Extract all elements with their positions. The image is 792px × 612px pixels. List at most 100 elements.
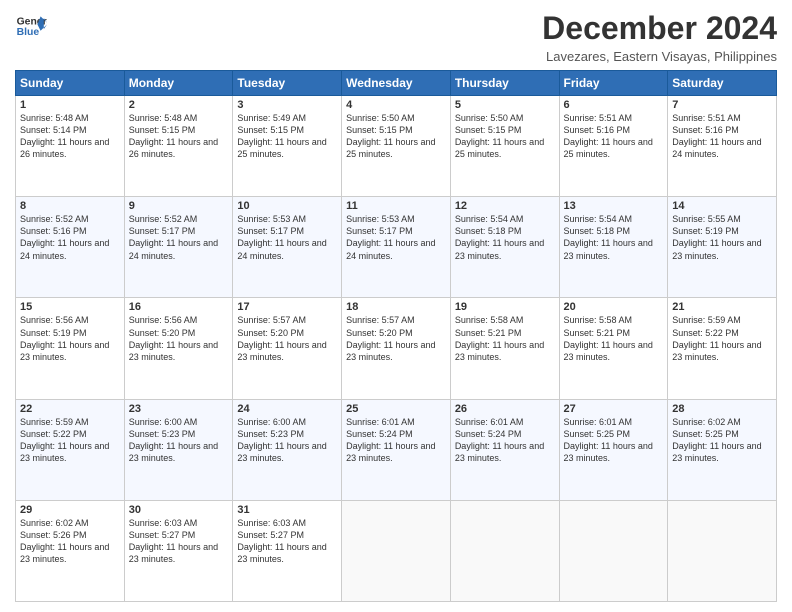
table-row: 30 Sunrise: 6:03 AM Sunset: 5:27 PM Dayl… <box>124 500 233 601</box>
calendar-week-row: 15 Sunrise: 5:56 AM Sunset: 5:19 PM Dayl… <box>16 298 777 399</box>
day-number: 1 <box>20 99 120 111</box>
day-info: Sunrise: 5:50 AM Sunset: 5:15 PM Dayligh… <box>455 112 555 161</box>
day-number: 3 <box>237 99 337 111</box>
day-info: Sunrise: 5:48 AM Sunset: 5:14 PM Dayligh… <box>20 112 120 161</box>
day-number: 18 <box>346 301 446 313</box>
day-info: Sunrise: 5:57 AM Sunset: 5:20 PM Dayligh… <box>346 314 446 363</box>
table-row: 4 Sunrise: 5:50 AM Sunset: 5:15 PM Dayli… <box>342 96 451 197</box>
day-info: Sunrise: 6:01 AM Sunset: 5:24 PM Dayligh… <box>346 416 446 465</box>
day-info: Sunrise: 5:58 AM Sunset: 5:21 PM Dayligh… <box>455 314 555 363</box>
day-info: Sunrise: 6:00 AM Sunset: 5:23 PM Dayligh… <box>237 416 337 465</box>
day-info: Sunrise: 5:54 AM Sunset: 5:18 PM Dayligh… <box>455 213 555 262</box>
day-number: 8 <box>20 200 120 212</box>
col-monday: Monday <box>124 71 233 96</box>
col-sunday: Sunday <box>16 71 125 96</box>
col-friday: Friday <box>559 71 668 96</box>
day-number: 4 <box>346 99 446 111</box>
calendar-header-row: Sunday Monday Tuesday Wednesday Thursday… <box>16 71 777 96</box>
table-row <box>668 500 777 601</box>
day-number: 28 <box>672 403 772 415</box>
day-number: 26 <box>455 403 555 415</box>
day-number: 30 <box>129 504 229 516</box>
table-row: 11 Sunrise: 5:53 AM Sunset: 5:17 PM Dayl… <box>342 197 451 298</box>
logo-icon: General Blue <box>15 10 47 42</box>
day-info: Sunrise: 5:52 AM Sunset: 5:16 PM Dayligh… <box>20 213 120 262</box>
day-info: Sunrise: 6:03 AM Sunset: 5:27 PM Dayligh… <box>129 517 229 566</box>
day-info: Sunrise: 5:57 AM Sunset: 5:20 PM Dayligh… <box>237 314 337 363</box>
table-row: 12 Sunrise: 5:54 AM Sunset: 5:18 PM Dayl… <box>450 197 559 298</box>
day-number: 10 <box>237 200 337 212</box>
day-info: Sunrise: 5:51 AM Sunset: 5:16 PM Dayligh… <box>672 112 772 161</box>
col-thursday: Thursday <box>450 71 559 96</box>
table-row: 24 Sunrise: 6:00 AM Sunset: 5:23 PM Dayl… <box>233 399 342 500</box>
col-tuesday: Tuesday <box>233 71 342 96</box>
table-row: 5 Sunrise: 5:50 AM Sunset: 5:15 PM Dayli… <box>450 96 559 197</box>
day-number: 9 <box>129 200 229 212</box>
day-number: 31 <box>237 504 337 516</box>
day-info: Sunrise: 5:54 AM Sunset: 5:18 PM Dayligh… <box>564 213 664 262</box>
day-number: 22 <box>20 403 120 415</box>
day-number: 11 <box>346 200 446 212</box>
table-row: 15 Sunrise: 5:56 AM Sunset: 5:19 PM Dayl… <box>16 298 125 399</box>
day-info: Sunrise: 5:50 AM Sunset: 5:15 PM Dayligh… <box>346 112 446 161</box>
day-info: Sunrise: 5:58 AM Sunset: 5:21 PM Dayligh… <box>564 314 664 363</box>
month-title: December 2024 <box>542 10 777 47</box>
day-number: 16 <box>129 301 229 313</box>
table-row: 19 Sunrise: 5:58 AM Sunset: 5:21 PM Dayl… <box>450 298 559 399</box>
day-info: Sunrise: 5:59 AM Sunset: 5:22 PM Dayligh… <box>20 416 120 465</box>
table-row: 16 Sunrise: 5:56 AM Sunset: 5:20 PM Dayl… <box>124 298 233 399</box>
table-row: 22 Sunrise: 5:59 AM Sunset: 5:22 PM Dayl… <box>16 399 125 500</box>
day-number: 27 <box>564 403 664 415</box>
page-header: General Blue December 2024 Lavezares, Ea… <box>15 10 777 64</box>
table-row: 18 Sunrise: 5:57 AM Sunset: 5:20 PM Dayl… <box>342 298 451 399</box>
table-row: 3 Sunrise: 5:49 AM Sunset: 5:15 PM Dayli… <box>233 96 342 197</box>
table-row: 21 Sunrise: 5:59 AM Sunset: 5:22 PM Dayl… <box>668 298 777 399</box>
location: Lavezares, Eastern Visayas, Philippines <box>542 49 777 64</box>
day-info: Sunrise: 5:56 AM Sunset: 5:20 PM Dayligh… <box>129 314 229 363</box>
table-row: 26 Sunrise: 6:01 AM Sunset: 5:24 PM Dayl… <box>450 399 559 500</box>
table-row: 9 Sunrise: 5:52 AM Sunset: 5:17 PM Dayli… <box>124 197 233 298</box>
svg-text:Blue: Blue <box>17 27 40 38</box>
day-info: Sunrise: 5:55 AM Sunset: 5:19 PM Dayligh… <box>672 213 772 262</box>
table-row: 20 Sunrise: 5:58 AM Sunset: 5:21 PM Dayl… <box>559 298 668 399</box>
day-info: Sunrise: 6:03 AM Sunset: 5:27 PM Dayligh… <box>237 517 337 566</box>
day-info: Sunrise: 5:48 AM Sunset: 5:15 PM Dayligh… <box>129 112 229 161</box>
day-info: Sunrise: 6:01 AM Sunset: 5:24 PM Dayligh… <box>455 416 555 465</box>
table-row: 13 Sunrise: 5:54 AM Sunset: 5:18 PM Dayl… <box>559 197 668 298</box>
table-row: 1 Sunrise: 5:48 AM Sunset: 5:14 PM Dayli… <box>16 96 125 197</box>
table-row: 2 Sunrise: 5:48 AM Sunset: 5:15 PM Dayli… <box>124 96 233 197</box>
calendar-week-row: 1 Sunrise: 5:48 AM Sunset: 5:14 PM Dayli… <box>16 96 777 197</box>
day-number: 20 <box>564 301 664 313</box>
day-number: 29 <box>20 504 120 516</box>
day-number: 23 <box>129 403 229 415</box>
calendar-week-row: 22 Sunrise: 5:59 AM Sunset: 5:22 PM Dayl… <box>16 399 777 500</box>
day-info: Sunrise: 5:53 AM Sunset: 5:17 PM Dayligh… <box>237 213 337 262</box>
table-row: 23 Sunrise: 6:00 AM Sunset: 5:23 PM Dayl… <box>124 399 233 500</box>
calendar-week-row: 29 Sunrise: 6:02 AM Sunset: 5:26 PM Dayl… <box>16 500 777 601</box>
table-row: 17 Sunrise: 5:57 AM Sunset: 5:20 PM Dayl… <box>233 298 342 399</box>
table-row: 28 Sunrise: 6:02 AM Sunset: 5:25 PM Dayl… <box>668 399 777 500</box>
day-info: Sunrise: 6:02 AM Sunset: 5:25 PM Dayligh… <box>672 416 772 465</box>
logo: General Blue <box>15 10 47 42</box>
day-info: Sunrise: 5:51 AM Sunset: 5:16 PM Dayligh… <box>564 112 664 161</box>
day-number: 12 <box>455 200 555 212</box>
calendar-week-row: 8 Sunrise: 5:52 AM Sunset: 5:16 PM Dayli… <box>16 197 777 298</box>
day-number: 13 <box>564 200 664 212</box>
day-info: Sunrise: 5:49 AM Sunset: 5:15 PM Dayligh… <box>237 112 337 161</box>
table-row: 7 Sunrise: 5:51 AM Sunset: 5:16 PM Dayli… <box>668 96 777 197</box>
day-info: Sunrise: 5:59 AM Sunset: 5:22 PM Dayligh… <box>672 314 772 363</box>
day-number: 24 <box>237 403 337 415</box>
day-info: Sunrise: 5:56 AM Sunset: 5:19 PM Dayligh… <box>20 314 120 363</box>
table-row: 6 Sunrise: 5:51 AM Sunset: 5:16 PM Dayli… <box>559 96 668 197</box>
day-info: Sunrise: 5:52 AM Sunset: 5:17 PM Dayligh… <box>129 213 229 262</box>
day-number: 14 <box>672 200 772 212</box>
table-row <box>342 500 451 601</box>
table-row: 29 Sunrise: 6:02 AM Sunset: 5:26 PM Dayl… <box>16 500 125 601</box>
day-number: 5 <box>455 99 555 111</box>
table-row: 8 Sunrise: 5:52 AM Sunset: 5:16 PM Dayli… <box>16 197 125 298</box>
day-number: 15 <box>20 301 120 313</box>
table-row: 31 Sunrise: 6:03 AM Sunset: 5:27 PM Dayl… <box>233 500 342 601</box>
day-info: Sunrise: 6:00 AM Sunset: 5:23 PM Dayligh… <box>129 416 229 465</box>
col-wednesday: Wednesday <box>342 71 451 96</box>
table-row: 27 Sunrise: 6:01 AM Sunset: 5:25 PM Dayl… <box>559 399 668 500</box>
